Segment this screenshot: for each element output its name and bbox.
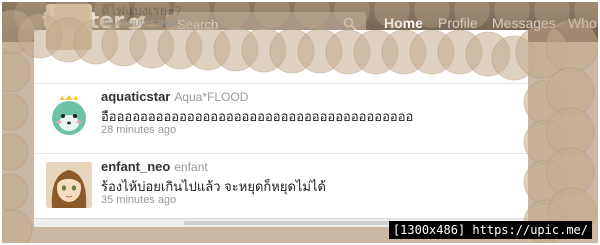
tweet-author[interactable]: enfant_neo enfant (101, 159, 208, 174)
username[interactable]: enfant_neo (101, 159, 170, 174)
scrollbar-thumb[interactable] (184, 221, 414, 225)
screenshot-frame: twitter Home Profile Messages Who ดีไฟแบ… (2, 2, 598, 243)
avatar[interactable] (46, 162, 92, 208)
tweet-item-partial[interactable]: ดีไฟแบงเรยะ? 26 minutes ago (34, 2, 528, 52)
tweet-time[interactable]: 28 minutes ago (101, 124, 176, 136)
tweet-time[interactable]: 26 minutes ago (101, 17, 176, 29)
tweet-item[interactable]: aquaticstar Aqua*FLOOD อืออออออออออออออออ… (34, 83, 528, 146)
tweet-time[interactable]: 35 minutes ago (101, 194, 176, 206)
image-caption: [1300x486] https://upic.me/ (388, 221, 592, 239)
nav-who[interactable]: Who (568, 15, 597, 31)
username[interactable]: aquaticstar (101, 89, 170, 104)
fullname: Aqua*FLOOD (174, 90, 249, 104)
tweet-author[interactable]: aquaticstar Aqua*FLOOD (101, 89, 248, 104)
avatar[interactable] (46, 4, 92, 50)
avatar[interactable] (46, 92, 92, 138)
fullname: enfant (174, 160, 208, 174)
girl-avatar-icon (46, 162, 92, 208)
tweet-item[interactable]: enfant_neo enfant ร้องไห้บ่อยเกินไปแล้ว จ… (34, 153, 528, 216)
alpaca-avatar-icon (46, 92, 92, 138)
timeline-panel: ดีไฟแบงเรยะ? 26 minutes ago aquaticstar … (34, 3, 528, 224)
